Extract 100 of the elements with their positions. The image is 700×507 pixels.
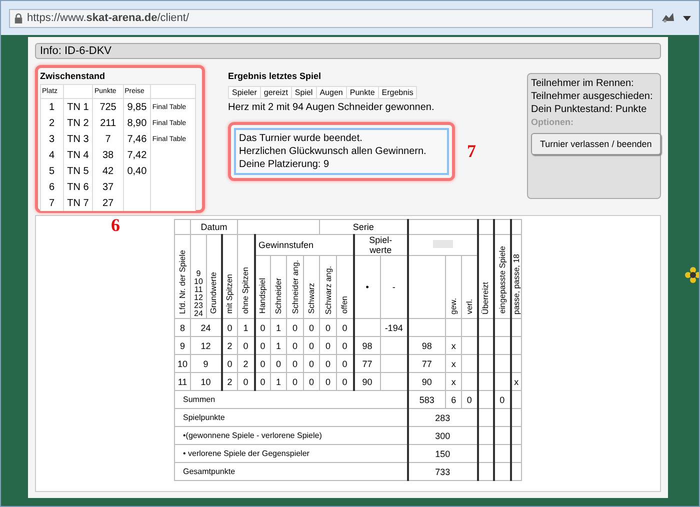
row-label: • verlorene Spiele der Gegenspieler: [174, 444, 408, 462]
table-cell: 0,40: [123, 163, 151, 179]
column-header: Spieler: [228, 86, 260, 98]
table-cell: 0: [304, 372, 320, 390]
table-cell: 8,90: [123, 115, 151, 131]
table-cell: 1: [270, 318, 286, 336]
table-cell: 150: [408, 444, 478, 462]
column-header: 24: [193, 310, 204, 318]
table-cell: 38: [92, 147, 124, 163]
column-header: Handspiel: [258, 278, 268, 314]
table-cell: 9,85: [123, 98, 151, 115]
column-header: Ergebnis: [378, 86, 417, 98]
column-header: •: [354, 256, 381, 318]
table-cell: 90: [408, 372, 446, 390]
table-cell: 0: [320, 354, 337, 372]
column-header: eingepasste Spiele: [498, 246, 507, 314]
table-cell: TN 4: [63, 147, 93, 163]
table-cell: TN 5: [63, 163, 93, 179]
table-cell: 42: [92, 163, 124, 179]
table-cell: 0: [304, 354, 320, 372]
table-cell: 98: [408, 336, 446, 354]
table-cell: 9: [174, 336, 190, 354]
extension-icon[interactable]: [661, 12, 675, 24]
column-header: gew.: [449, 298, 458, 314]
table-cell: 6: [446, 390, 462, 408]
column-header: Grundwerte: [209, 272, 218, 314]
table-cell: 4: [40, 147, 64, 163]
table-cell: 0: [320, 372, 337, 390]
column-header: 23: [193, 302, 204, 310]
column-header: 10: [193, 278, 204, 286]
status-text: Teilnehmer im Rennen:: [531, 77, 635, 90]
row-label: Spielpunkte: [174, 408, 408, 426]
table-cell: 7,46: [123, 131, 151, 147]
column-header: Schwarz ang.: [324, 266, 333, 314]
table-cell: 0: [254, 336, 270, 354]
column-header: offen: [340, 296, 350, 314]
column-header: 9: [195, 270, 202, 278]
column-header: Punkte: [346, 86, 378, 98]
column-header: werte: [368, 245, 393, 254]
table-cell: 7: [92, 131, 124, 147]
column-header: mit Spitzen: [225, 274, 234, 314]
table-cell: 300: [408, 426, 478, 444]
table-cell: TN 1: [63, 98, 93, 115]
column-header: 11: [193, 286, 204, 294]
column-header: Gewinnstufen: [254, 234, 354, 256]
table-cell: 0: [286, 336, 304, 354]
table-cell: 583: [408, 390, 446, 408]
info-bar: Info: ID-6-DKV: [35, 43, 661, 59]
callout-number: 6: [111, 215, 120, 236]
leave-tournament-button[interactable]: Turnier verlassen / beenden: [531, 133, 661, 155]
table-cell: TN 6: [63, 179, 93, 195]
column-header: passe, passe, 18: [512, 254, 521, 314]
column-header: Schwarz: [307, 283, 316, 314]
table-cell: TN 2: [63, 115, 93, 131]
table-cell: 27: [92, 195, 124, 211]
table-cell: 0: [254, 354, 270, 372]
callout-number: 7: [467, 141, 476, 162]
table-cell: 0: [270, 354, 286, 372]
row-label: •(gewonnene Spiele - verlorene Spiele): [174, 426, 408, 444]
table-cell: 6: [40, 179, 64, 195]
column-header: Datum: [190, 220, 238, 234]
column-header: Schneider: [274, 278, 283, 314]
table-cell: 725: [92, 98, 124, 115]
options-label: Optionen:: [531, 116, 574, 129]
table-cell: 0: [320, 336, 337, 354]
table-cell: 0: [222, 318, 238, 336]
table-cell: 10: [174, 354, 190, 372]
table-cell: x: [446, 354, 462, 372]
table-cell: x: [446, 372, 462, 390]
table-cell: 77: [354, 354, 381, 372]
flower-icon: [685, 267, 699, 283]
table-cell: 0: [286, 318, 304, 336]
table-cell: 1: [270, 372, 286, 390]
table-cell: 0: [286, 372, 304, 390]
table-cell: 1: [40, 98, 64, 115]
table-cell: 0: [254, 372, 270, 390]
table-cell: TN 3: [63, 131, 93, 147]
lock-icon: [14, 12, 23, 24]
table-cell: 98: [354, 336, 381, 354]
table-cell: 2: [222, 336, 238, 354]
table-cell: 283: [408, 408, 478, 426]
table-cell: x: [510, 372, 522, 390]
status-text: Teilnehmer ausgeschieden:: [531, 90, 654, 103]
column-header: Serie: [320, 220, 408, 234]
table-cell: 5: [40, 163, 64, 179]
table-cell: 733: [408, 462, 478, 480]
table-cell: 77: [408, 354, 446, 372]
address-bar[interactable]: https://www.skat-arena.de/client/: [9, 8, 653, 28]
row-label: Summen: [174, 390, 408, 408]
message-line: Herzlichen Glückwunsch allen Gewinnern.: [239, 145, 428, 158]
message-line: Deine Platzierung: 9: [239, 158, 330, 171]
section-title: Ergebnis letztes Spiel: [228, 71, 322, 81]
caret-icon[interactable]: [683, 16, 691, 20]
status-text: Dein Punktestand: Punkte: [531, 103, 648, 116]
row-label: Gesamtpunkte: [174, 462, 408, 480]
column-header: Spiel: [291, 86, 316, 98]
column-header: Spiel-: [368, 236, 394, 245]
table-cell: 8: [174, 318, 190, 336]
table-cell: 3: [40, 131, 64, 147]
table-cell: 37: [92, 179, 124, 195]
